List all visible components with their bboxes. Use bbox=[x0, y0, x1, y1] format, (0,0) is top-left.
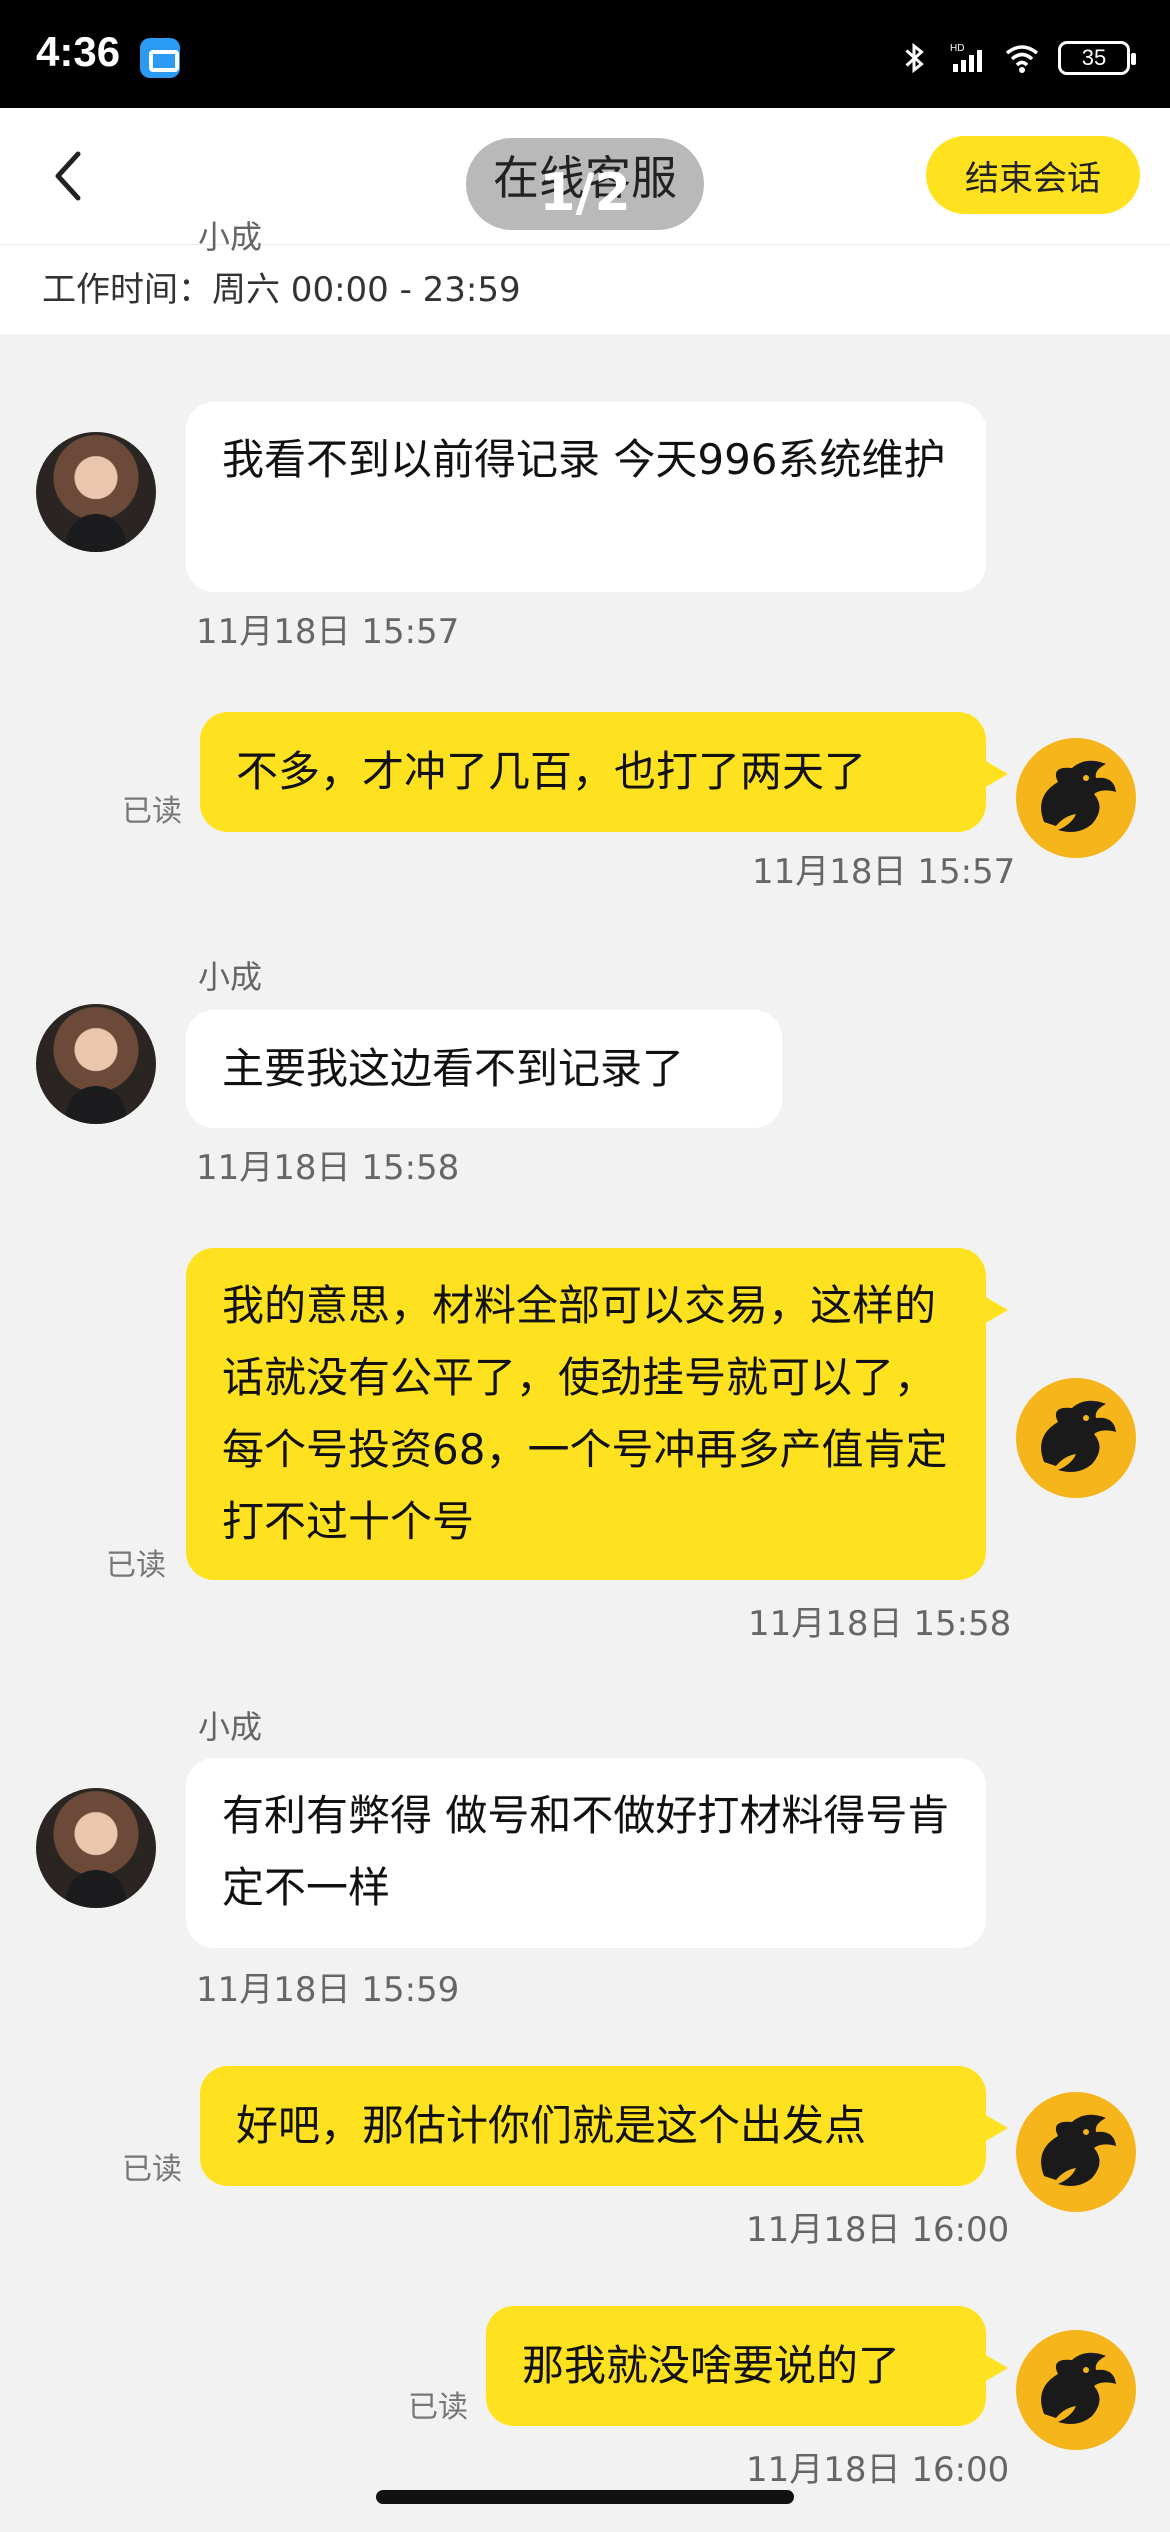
message-bubble-outgoing[interactable]: 我的意思，材料全部可以交易，这样的话就没有公平了，使劲挂号就可以了，每个号投资6… bbox=[186, 1248, 1008, 1580]
message-timestamp: 11月18日 16:00 bbox=[746, 2450, 1010, 2490]
app-icon bbox=[140, 38, 180, 78]
message-timestamp: 11月18日 15:58 bbox=[196, 1148, 460, 1188]
dragon-icon bbox=[1041, 760, 1116, 832]
bluetooth-icon bbox=[896, 40, 932, 76]
agent-avatar[interactable] bbox=[36, 1788, 156, 1908]
agent-avatar[interactable] bbox=[36, 432, 156, 552]
svg-text:HD: HD bbox=[950, 43, 964, 54]
hd-signal-icon: HD bbox=[950, 40, 986, 76]
message-bubble-outgoing[interactable]: 那我就没啥要说的了 bbox=[486, 2306, 1008, 2426]
sender-name: 小成 bbox=[198, 218, 263, 256]
message-timestamp: 11月18日 15:58 bbox=[748, 1604, 1012, 1644]
message-timestamp: 11月18日 15:57 bbox=[752, 852, 1016, 892]
message-timestamp: 11月18日 16:00 bbox=[746, 2210, 1010, 2250]
read-status: 已读 bbox=[122, 794, 182, 829]
work-hours-notice: 工作时间：周六 00:00 - 23:59 bbox=[0, 244, 1170, 334]
back-button[interactable] bbox=[40, 144, 100, 208]
image-page-counter: 1/2 bbox=[539, 163, 631, 223]
battery-icon: 35 bbox=[1058, 41, 1136, 75]
wifi-icon bbox=[1004, 40, 1040, 76]
dragon-icon bbox=[1041, 2114, 1116, 2186]
read-status: 已读 bbox=[122, 2152, 182, 2187]
user-avatar[interactable] bbox=[1016, 1378, 1136, 1498]
user-avatar[interactable] bbox=[1016, 2330, 1136, 2450]
agent-avatar[interactable] bbox=[36, 1004, 156, 1124]
sender-name: 小成 bbox=[198, 958, 263, 996]
message-bubble-incoming[interactable]: 我看不到以前得记录 今天996系统维护 bbox=[186, 402, 986, 592]
message-bubble-outgoing[interactable]: 好吧，那估计你们就是这个出发点 bbox=[200, 2066, 1008, 2186]
message-bubble-incoming[interactable]: 有利有弊得 做号和不做好打材料得号肯定不一样 bbox=[186, 1758, 986, 1948]
user-avatar[interactable] bbox=[1016, 738, 1136, 858]
message-timestamp: 11月18日 15:59 bbox=[196, 1970, 460, 2010]
message-bubble-outgoing[interactable]: 不多，才冲了几百，也打了两天了 bbox=[200, 712, 1008, 832]
chat-header: 在线客服 1/2 结束会话 bbox=[0, 108, 1170, 244]
message-bubble-incoming[interactable]: 主要我这边看不到记录了 bbox=[186, 1010, 782, 1128]
user-avatar[interactable] bbox=[1016, 2092, 1136, 2212]
home-indicator[interactable] bbox=[376, 2490, 794, 2504]
dragon-icon bbox=[1041, 2352, 1116, 2424]
status-time: 4:36 bbox=[36, 28, 121, 75]
end-session-button[interactable]: 结束会话 bbox=[926, 136, 1140, 214]
dragon-icon bbox=[1041, 1400, 1116, 1472]
status-icons: HD 35 bbox=[896, 36, 1136, 80]
read-status: 已读 bbox=[408, 2390, 468, 2425]
read-status: 已读 bbox=[106, 1548, 166, 1583]
status-bar: 4:36 HD 35 bbox=[0, 0, 1170, 108]
title-badge: 在线客服 1/2 bbox=[466, 138, 704, 230]
message-timestamp: 11月18日 15:57 bbox=[196, 612, 460, 652]
sender-name: 小成 bbox=[198, 1708, 263, 1746]
